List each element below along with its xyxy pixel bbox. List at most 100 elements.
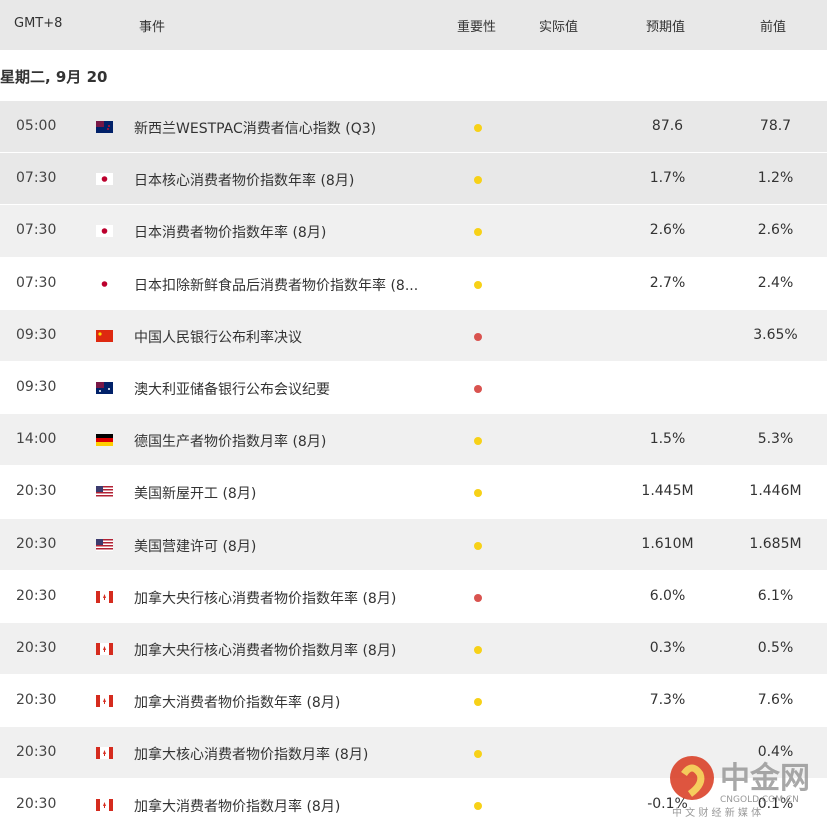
event-time: 20:30 bbox=[16, 483, 57, 500]
usa-flag-icon bbox=[96, 538, 113, 551]
importance-medium-dot-icon bbox=[474, 228, 482, 237]
previous-value: 7.6% bbox=[757, 692, 794, 709]
event-row[interactable]: 09:30 澳大利亚储备银行公布会议纪要 bbox=[0, 360, 827, 413]
forecast-value: 2.6% bbox=[649, 222, 686, 239]
importance-high-dot-icon bbox=[474, 593, 482, 602]
forecast-value: 7.3% bbox=[649, 692, 686, 709]
event-time: 09:30 bbox=[16, 326, 57, 343]
event-row[interactable]: 20:30 加拿大央行核心消费者物价指数月率 (8月) 0.3% 0.5% bbox=[0, 621, 827, 675]
previous-value: 1.685M bbox=[749, 535, 802, 552]
event-row[interactable]: 09:30 中国人民银行公布利率决议 3.65% bbox=[0, 308, 827, 361]
importance-high-dot-icon bbox=[474, 384, 482, 393]
canada-flag-icon bbox=[96, 642, 113, 655]
canada-flag-icon bbox=[96, 590, 113, 603]
event-name[interactable]: 澳大利亚储备银行公布会议纪要 bbox=[134, 379, 330, 399]
event-time: 07:30 bbox=[16, 274, 57, 291]
event-time: 20:30 bbox=[16, 639, 57, 656]
event-time: 14:00 bbox=[16, 431, 57, 448]
importance-medium-dot-icon bbox=[474, 802, 482, 811]
japan-flag-icon bbox=[96, 277, 113, 290]
col-previous: 前值 bbox=[760, 20, 787, 35]
event-name[interactable]: 中国人民银行公布利率决议 bbox=[134, 327, 302, 347]
japan-flag-icon bbox=[96, 173, 113, 186]
importance-medium-dot-icon bbox=[474, 698, 482, 707]
event-time: 20:30 bbox=[16, 692, 57, 709]
canada-flag-icon bbox=[96, 695, 113, 708]
date-heading: 星期二, 9月 20 bbox=[0, 50, 827, 100]
col-forecast: 预期值 bbox=[646, 20, 686, 35]
event-name[interactable]: 加拿大央行核心消费者物价指数月率 (8月) bbox=[134, 640, 396, 660]
event-name[interactable]: 新西兰WESTPAC消费者信心指数 (Q3) bbox=[134, 118, 376, 138]
event-row[interactable]: 20:30 美国营建许可 (8月) 1.610M 1.685M bbox=[0, 517, 827, 570]
event-time: 07:30 bbox=[16, 222, 57, 239]
event-row[interactable]: 20:30 美国新屋开工 (8月) 1.445M 1.446M bbox=[0, 465, 827, 517]
event-time: 07:30 bbox=[16, 170, 57, 187]
previous-value: 1.446M bbox=[749, 483, 802, 500]
event-name[interactable]: 美国新屋开工 (8月) bbox=[134, 483, 256, 503]
event-time: 09:30 bbox=[16, 378, 57, 395]
germany-flag-icon bbox=[96, 434, 113, 447]
event-row[interactable]: 20:30 加拿大央行核心消费者物价指数年率 (8月) 6.0% 6.1% bbox=[0, 569, 827, 622]
col-event: 事件 bbox=[139, 20, 166, 35]
importance-medium-dot-icon bbox=[474, 489, 482, 498]
event-list: 05:00 新西兰WESTPAC消费者信心指数 (Q3) 87.6 78.7 07… bbox=[0, 100, 827, 831]
importance-medium-dot-icon bbox=[474, 645, 482, 654]
importance-medium-dot-icon bbox=[474, 280, 482, 289]
event-time: 20:30 bbox=[16, 796, 57, 813]
svg-text:中 文 财 经 新 媒 体: 中 文 财 经 新 媒 体 bbox=[672, 806, 761, 819]
event-time: 05:00 bbox=[16, 118, 57, 134]
previous-value: 1.2% bbox=[757, 170, 794, 187]
china-flag-icon bbox=[96, 329, 113, 342]
previous-value: 0.5% bbox=[757, 639, 794, 656]
event-row[interactable]: 05:00 新西兰WESTPAC消费者信心指数 (Q3) 87.6 78.7 bbox=[0, 100, 827, 153]
forecast-value: 1.610M bbox=[641, 535, 694, 552]
australia-flag-icon bbox=[96, 381, 113, 394]
forecast-value: 2.7% bbox=[649, 274, 686, 291]
col-actual: 实际值 bbox=[539, 20, 579, 35]
event-time: 20:30 bbox=[16, 744, 57, 761]
event-name[interactable]: 日本核心消费者物价指数年率 (8月) bbox=[134, 170, 354, 190]
canada-flag-icon bbox=[96, 799, 113, 812]
previous-value: 5.3% bbox=[757, 431, 794, 448]
event-name[interactable]: 日本扣除新鲜食品后消费者物价指数年率 (8... bbox=[134, 275, 418, 295]
importance-medium-dot-icon bbox=[474, 176, 482, 185]
event-name[interactable]: 加拿大核心消费者物价指数月率 (8月) bbox=[134, 744, 368, 764]
importance-medium-dot-icon bbox=[474, 437, 482, 446]
event-time: 20:30 bbox=[16, 535, 57, 552]
importance-medium-dot-icon bbox=[474, 124, 482, 132]
forecast-value: 0.3% bbox=[649, 639, 686, 656]
importance-medium-dot-icon bbox=[474, 541, 482, 550]
event-row[interactable]: 14:00 德国生产者物价指数月率 (8月) 1.5% 5.3% bbox=[0, 413, 827, 466]
event-row[interactable]: 07:30 日本消费者物价指数年率 (8月) 2.6% 2.6% bbox=[0, 204, 827, 257]
event-name[interactable]: 加拿大央行核心消费者物价指数年率 (8月) bbox=[134, 588, 396, 608]
cngold-watermark-logo: 中金网 CNGOLD.COM.CN 中 文 财 经 新 媒 体 bbox=[670, 756, 810, 819]
event-row[interactable]: 20:30 加拿大消费者物价指数年率 (8月) 7.3% 7.6% bbox=[0, 674, 827, 726]
usa-flag-icon bbox=[96, 486, 113, 499]
col-importance: 重要性 bbox=[457, 20, 497, 35]
forecast-value: 6.0% bbox=[649, 587, 686, 604]
event-name[interactable]: 加拿大消费者物价指数月率 (8月) bbox=[134, 796, 340, 816]
previous-value: 3.65% bbox=[753, 326, 798, 343]
forecast-value: 1.5% bbox=[649, 431, 686, 448]
table-header: GMT+8 事件 重要性 实际值 预期值 前值 bbox=[0, 0, 827, 50]
event-name[interactable]: 日本消费者物价指数年率 (8月) bbox=[134, 222, 326, 242]
forecast-value: 1.7% bbox=[649, 170, 686, 187]
japan-flag-icon bbox=[96, 225, 113, 238]
new-zealand-flag-icon bbox=[96, 121, 113, 133]
previous-value: 78.7 bbox=[759, 118, 792, 134]
event-name[interactable]: 德国生产者物价指数月率 (8月) bbox=[134, 431, 326, 451]
previous-value: 6.1% bbox=[757, 587, 794, 604]
svg-text:CNGOLD.COM.CN: CNGOLD.COM.CN bbox=[720, 795, 799, 805]
event-row[interactable]: 07:30 日本核心消费者物价指数年率 (8月) 1.7% 1.2% bbox=[0, 152, 827, 205]
col-timezone[interactable]: GMT+8 bbox=[14, 16, 62, 31]
previous-value: 2.4% bbox=[757, 274, 794, 291]
event-time: 20:30 bbox=[16, 587, 57, 604]
importance-high-dot-icon bbox=[474, 332, 482, 341]
forecast-value: 87.6 bbox=[651, 118, 684, 134]
event-name[interactable]: 美国营建许可 (8月) bbox=[134, 536, 256, 556]
event-name[interactable]: 加拿大消费者物价指数年率 (8月) bbox=[134, 692, 340, 712]
forecast-value: 1.445M bbox=[641, 483, 694, 500]
canada-flag-icon bbox=[96, 747, 113, 760]
event-row[interactable]: 07:30 日本扣除新鲜食品后消费者物价指数年率 (8... 2.7% 2.4% bbox=[0, 256, 827, 309]
svg-text:中金网: 中金网 bbox=[720, 761, 810, 796]
